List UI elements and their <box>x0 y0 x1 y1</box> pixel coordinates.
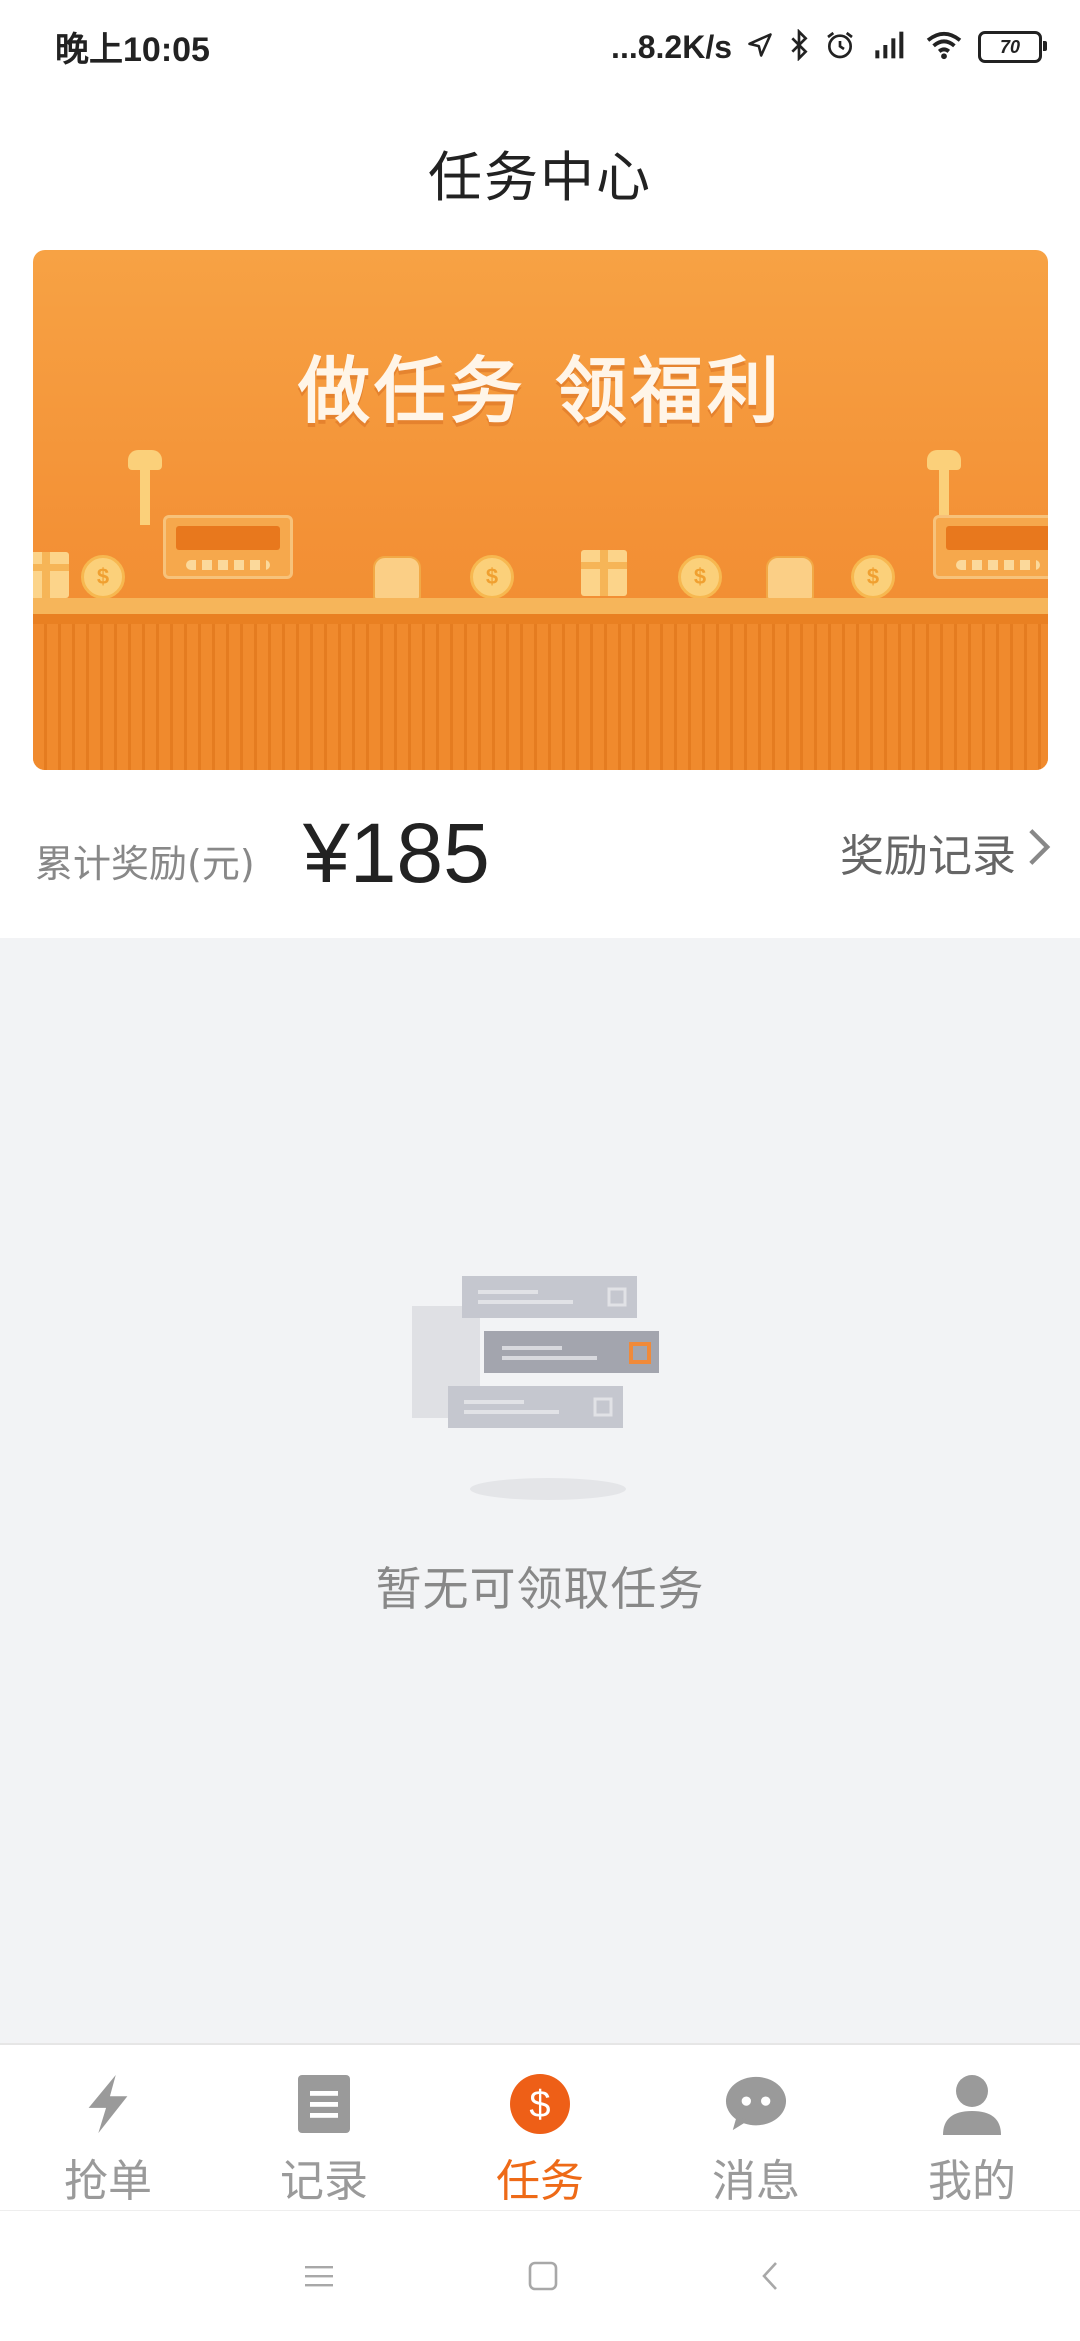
location-icon <box>746 31 774 63</box>
reward-section: 做任务 领福利 $ $ $ $ 累计奖励(元) ¥185 奖励记录 <box>0 250 1080 938</box>
bluetooth-icon <box>788 28 810 65</box>
coin-icon: $ <box>81 555 125 599</box>
document-icon <box>293 2073 355 2135</box>
nav-label: 消息 <box>712 2156 800 2207</box>
back-icon[interactable] <box>745 2251 795 2301</box>
reward-history-link[interactable]: 奖励记录 <box>840 820 1052 884</box>
gift-icon <box>33 552 69 598</box>
svg-text:$: $ <box>529 2084 550 2126</box>
system-nav-bar <box>0 2210 1080 2341</box>
page-title: 任务中心 <box>428 146 652 209</box>
nav-label: 抢单 <box>64 2156 152 2207</box>
machine-arm-left <box>140 465 150 525</box>
nav-item-tasks[interactable]: $ 任务 <box>432 2045 648 2212</box>
empty-message: 暂无可领取任务 <box>375 1562 705 1616</box>
coin-icon: $ <box>678 555 722 599</box>
nav-item-grab-orders[interactable]: 抢单 <box>0 2045 216 2212</box>
empty-state: 暂无可领取任务 <box>0 938 1080 2043</box>
total-reward-label: 累计奖励(元) <box>35 842 255 886</box>
nav-label: 任务 <box>496 2156 584 2207</box>
battery-icon: 70 <box>978 31 1047 63</box>
status-icons: ...8.2K/s 70 <box>611 22 1047 72</box>
machine-arm-head-right <box>927 450 961 470</box>
conveyor-top <box>33 598 1048 614</box>
reward-history-label: 奖励记录 <box>840 831 1016 882</box>
empty-tasks-illustration <box>412 1276 668 1516</box>
header: 任务中心 <box>0 95 1080 250</box>
menu-icon[interactable] <box>294 2251 344 2301</box>
home-icon[interactable] <box>518 2251 568 2301</box>
dollar-icon: $ <box>509 2073 571 2135</box>
battery-level: 70 <box>999 36 1021 57</box>
status-bar: 晚上10:05 ...8.2K/s 70 <box>0 0 1080 95</box>
alarm-icon <box>824 29 856 65</box>
chat-icon <box>725 2073 787 2135</box>
conveyor-belt <box>33 624 1048 770</box>
promo-banner[interactable]: 做任务 领福利 $ $ $ $ <box>33 250 1048 770</box>
chevron-right-icon <box>1026 827 1052 878</box>
coin-icon: $ <box>851 555 895 599</box>
network-speed: ...8.2K/s <box>611 28 732 65</box>
total-reward-amount: ¥185 <box>303 806 490 900</box>
nav-item-records[interactable]: 记录 <box>216 2045 432 2212</box>
treasure-chest-icon <box>373 556 421 600</box>
bottom-nav: 抢单 记录 $ 任务 消息 我的 <box>0 2043 1080 2212</box>
reward-machine-left <box>163 515 293 579</box>
conveyor-edge <box>33 614 1048 624</box>
status-time: 晚上10:05 <box>55 31 210 69</box>
coin-icon: $ <box>470 555 514 599</box>
nav-label: 记录 <box>280 2156 368 2207</box>
nav-item-profile[interactable]: 我的 <box>864 2045 1080 2212</box>
gift-icon <box>581 550 627 596</box>
signal-icon <box>870 29 910 65</box>
wifi-icon <box>924 29 964 65</box>
nav-label: 我的 <box>928 2156 1016 2207</box>
reward-machine-right <box>933 515 1048 579</box>
treasure-chest-icon <box>766 556 814 600</box>
lightning-icon <box>77 2073 139 2135</box>
banner-title: 做任务 领福利 <box>297 349 784 433</box>
machine-arm-head-left <box>128 450 162 470</box>
nav-item-messages[interactable]: 消息 <box>648 2045 864 2212</box>
user-icon <box>941 2073 1003 2135</box>
